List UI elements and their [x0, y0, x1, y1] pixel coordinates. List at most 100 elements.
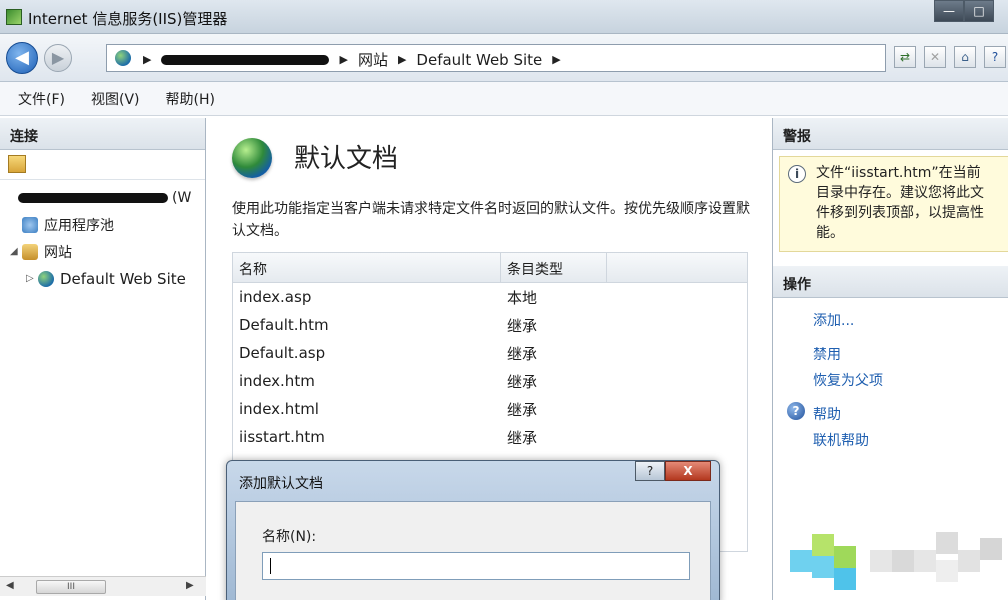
alert-text: 文件“iisstart.htm”在当前 目录中存在。建议您将此文 件移到列表顶部… [816, 163, 1008, 243]
cell-name: index.html [239, 400, 319, 418]
forward-button[interactable]: ▶ [44, 44, 72, 72]
tree-node-label: 网站 [44, 244, 72, 261]
maximize-button[interactable]: □ [964, 0, 994, 22]
alert-message: i 文件“iisstart.htm”在当前 目录中存在。建议您将此文 件移到列表… [779, 156, 1008, 252]
dialog-body: 名称(N): [235, 501, 711, 600]
cell-name: Default.htm [239, 316, 329, 334]
window-title: Internet 信息服务(IIS)管理器 [28, 10, 228, 28]
help-icon: ? [787, 402, 805, 420]
breadcrumb-separator: ▶ [143, 53, 152, 66]
connections-title: 连接 [0, 118, 205, 150]
cell-name: iisstart.htm [239, 428, 325, 446]
name-label: 名称(N): [262, 529, 317, 545]
dialog-title: 添加默认文档 [239, 476, 323, 492]
tree-node-label: Default Web Site [60, 269, 186, 288]
title-bar: Internet 信息服务(IIS)管理器 — □ [0, 0, 1008, 34]
breadcrumb-separator: ▶ [552, 53, 561, 66]
cell-type: 继承 [507, 372, 538, 391]
breadcrumb-item-default-web-site[interactable]: Default Web Site [416, 51, 542, 69]
dialog-controls: ? X [635, 461, 711, 481]
default-document-icon [232, 138, 272, 178]
back-arrow-icon: ◀ [15, 47, 29, 68]
tree-node-app-pools[interactable]: 应用程序池 [0, 211, 205, 238]
back-button[interactable]: ◀ [6, 42, 38, 74]
menu-file[interactable]: 文件(F) [18, 89, 65, 109]
cell-name: Default.asp [239, 344, 326, 362]
breadcrumb-item-sites[interactable]: 网站 [358, 49, 388, 70]
breadcrumb[interactable]: ▶ ▶ 网站 ▶ Default Web Site ▶ [106, 44, 886, 72]
connections-panel: 连接 (W 应用程序池 ◢ 网站 ▷ Default Web Site ◀ II… [0, 118, 206, 600]
add-action-link[interactable]: 添加... [813, 310, 854, 330]
connect-icon[interactable] [8, 155, 26, 173]
cell-name: index.asp [239, 288, 312, 306]
globe-icon [115, 50, 131, 66]
table-row[interactable]: index.htm 继承 [233, 367, 747, 395]
table-header: 名称 条目类型 [233, 253, 747, 283]
revert-to-parent-link[interactable]: 恢复为父项 [813, 370, 883, 390]
refresh-icon[interactable]: ⇄ [894, 46, 916, 68]
cell-type: 继承 [507, 344, 538, 363]
collapse-icon[interactable]: ◢ [10, 246, 22, 257]
tree-node-sites[interactable]: ◢ 网站 [0, 238, 205, 265]
dialog-close-button[interactable]: X [665, 461, 711, 481]
actions-title: 操作 [773, 266, 1008, 298]
text-caret [270, 558, 271, 574]
page-title: 默认文档 [294, 144, 399, 174]
column-header-name[interactable]: 名称 [233, 253, 501, 282]
cell-name: index.htm [239, 372, 315, 390]
disable-action-link[interactable]: 禁用 [813, 344, 841, 364]
expand-icon[interactable]: ▷ [26, 273, 38, 284]
feature-description: 使用此功能指定当客户端未请求特定文件名时返回的默认文件。按优先级顺序设置默认文档… [232, 201, 750, 239]
menu-bar: 文件(F) 视图(V) 帮助(H) [0, 82, 1008, 116]
scroll-right-icon[interactable]: ▶ [186, 580, 194, 591]
cell-type: 继承 [507, 316, 538, 335]
scroll-thumb[interactable]: III [36, 580, 106, 594]
redacted-server-name [18, 192, 168, 203]
scroll-left-icon[interactable]: ◀ [6, 580, 14, 591]
column-header-type[interactable]: 条目类型 [501, 253, 607, 282]
connections-tree: (W 应用程序池 ◢ 网站 ▷ Default Web Site [0, 180, 205, 292]
table-row[interactable]: iisstart.htm 继承 [233, 423, 747, 451]
globe-icon [38, 270, 54, 287]
alert-line: 能。 [816, 225, 844, 241]
window-controls: — □ [934, 0, 994, 22]
minimize-button[interactable]: — [934, 0, 964, 22]
sites-folder-icon [22, 243, 38, 260]
stop-icon[interactable]: ✕ [924, 46, 946, 68]
online-help-link[interactable]: 联机帮助 [813, 430, 869, 450]
help-icon[interactable]: ? [984, 46, 1006, 68]
horizontal-scrollbar[interactable]: ◀ III ▶ [0, 576, 206, 596]
info-icon: i [788, 165, 806, 183]
help-action-link[interactable]: 帮助 [813, 404, 841, 424]
alerts-title: 警报 [773, 118, 1008, 150]
menu-view[interactable]: 视图(V) [91, 89, 140, 109]
address-tools: ⇄ ✕ ⌂ ? [894, 46, 1006, 68]
table-row[interactable]: index.html 继承 [233, 395, 747, 423]
pixelated-watermark [770, 520, 1008, 600]
add-default-document-dialog: 添加默认文档 ? X 名称(N): [226, 460, 720, 600]
alert-line: 目录中存在。建议您将此文 [816, 185, 984, 201]
tree-node-default-web-site[interactable]: ▷ Default Web Site [0, 265, 205, 292]
cell-type: 继承 [507, 400, 538, 419]
address-bar: ◀ ▶ ▶ ▶ 网站 ▶ Default Web Site ▶ ⇄ ✕ ⌂ ? [0, 34, 1008, 82]
alert-line: 文件“iisstart.htm”在当前 [816, 165, 981, 181]
alert-line: 件移到列表顶部，以提高性 [816, 205, 984, 221]
breadcrumb-separator: ▶ [339, 53, 348, 66]
dialog-help-button[interactable]: ? [635, 461, 665, 481]
tree-node-label: 应用程序池 [44, 217, 114, 234]
server-suffix: (W [172, 189, 192, 206]
tree-node-server[interactable]: (W [0, 184, 205, 211]
table-row[interactable]: index.asp 本地 [233, 283, 747, 311]
connections-toolbar [0, 150, 205, 180]
home-icon[interactable]: ⌂ [954, 46, 976, 68]
table-row[interactable]: Default.htm 继承 [233, 311, 747, 339]
cell-type: 继承 [507, 428, 538, 447]
iis-app-icon [6, 9, 22, 25]
table-row[interactable]: Default.asp 继承 [233, 339, 747, 367]
name-input[interactable] [262, 552, 690, 580]
menu-help[interactable]: 帮助(H) [166, 89, 215, 109]
column-header-empty [607, 253, 747, 282]
breadcrumb-separator: ▶ [397, 53, 407, 66]
forward-arrow-icon: ▶ [51, 48, 65, 67]
app-pool-icon [22, 216, 38, 233]
